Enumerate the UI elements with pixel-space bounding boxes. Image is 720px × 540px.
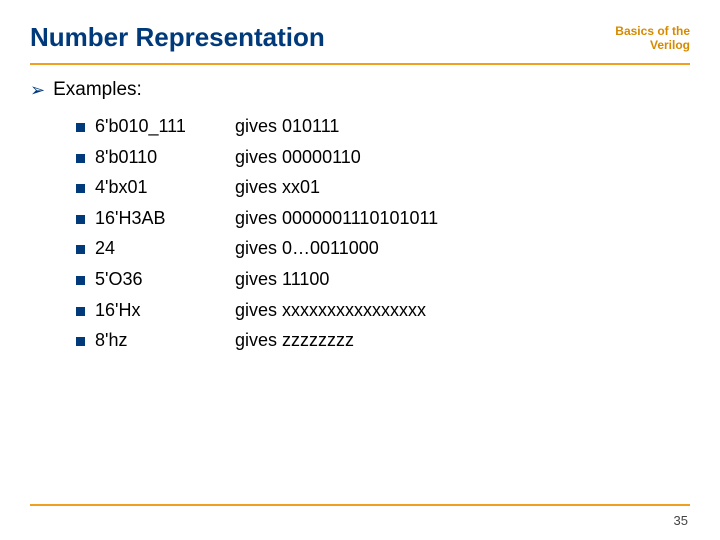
example-lhs: 16'H3AB	[95, 203, 235, 234]
example-lhs: 8'hz	[95, 325, 235, 356]
page-number: 35	[674, 513, 688, 528]
list-item: 16'H3AB gives 0000001110101011	[76, 203, 690, 234]
page-title: Number Representation	[30, 22, 325, 53]
example-rhs: gives 0…0011000	[235, 233, 690, 264]
breadcrumb-line-1: Basics of the	[615, 24, 690, 38]
square-bullet-icon	[76, 276, 85, 285]
list-item: 16'Hx gives xxxxxxxxxxxxxxxx	[76, 295, 690, 326]
square-bullet-icon	[76, 154, 85, 163]
example-lhs: 24	[95, 233, 235, 264]
example-rhs: gives xx01	[235, 172, 690, 203]
arrow-bullet-icon: ➢	[30, 81, 45, 99]
list-item: 5'O36 gives 11100	[76, 264, 690, 295]
example-lhs: 8'b0110	[95, 142, 235, 173]
square-bullet-icon	[76, 337, 85, 346]
square-bullet-icon	[76, 184, 85, 193]
example-list: 6'b010_111 gives 010111 8'b0110 gives 00…	[30, 111, 690, 356]
list-item: 24 gives 0…0011000	[76, 233, 690, 264]
example-lhs: 5'O36	[95, 264, 235, 295]
example-lhs: 6'b010_111	[95, 111, 235, 142]
header: Number Representation Basics of the Veri…	[0, 0, 720, 59]
example-lhs: 4'bx01	[95, 172, 235, 203]
breadcrumb-line-2: Verilog	[615, 38, 690, 52]
examples-label: Examples:	[53, 79, 142, 101]
content: ➢ Examples: 6'b010_111 gives 010111 8'b0…	[0, 65, 720, 356]
example-lhs: 16'Hx	[95, 295, 235, 326]
square-bullet-icon	[76, 215, 85, 224]
example-rhs: gives 0000001110101011	[235, 203, 690, 234]
example-rhs: gives 00000110	[235, 142, 690, 173]
examples-heading: ➢ Examples:	[30, 79, 690, 101]
list-item: 4'bx01 gives xx01	[76, 172, 690, 203]
square-bullet-icon	[76, 245, 85, 254]
example-rhs: gives 11100	[235, 264, 690, 295]
list-item: 6'b010_111 gives 010111	[76, 111, 690, 142]
divider-bottom	[30, 504, 690, 506]
square-bullet-icon	[76, 123, 85, 132]
example-rhs: gives zzzzzzzz	[235, 325, 690, 356]
example-rhs: gives 010111	[235, 111, 690, 142]
example-rhs: gives xxxxxxxxxxxxxxxx	[235, 295, 690, 326]
breadcrumb: Basics of the Verilog	[615, 22, 690, 53]
list-item: 8'b0110 gives 00000110	[76, 142, 690, 173]
square-bullet-icon	[76, 307, 85, 316]
list-item: 8'hz gives zzzzzzzz	[76, 325, 690, 356]
